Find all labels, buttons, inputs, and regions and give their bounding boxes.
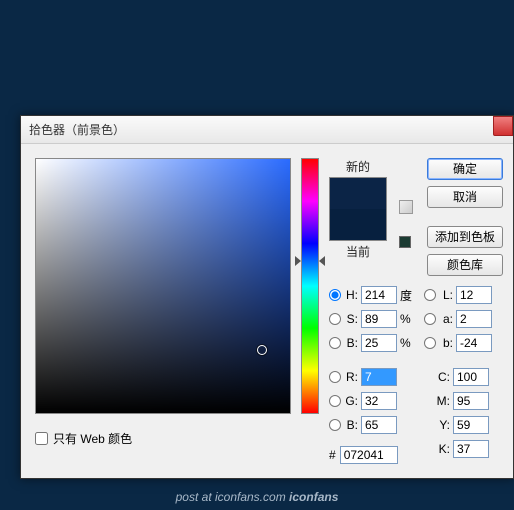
a-row: a: xyxy=(424,310,492,328)
color-picker-dialog: 拾色器（前景色） 只有 Web 颜色 新的 xyxy=(20,115,514,479)
s-radio[interactable] xyxy=(329,313,341,325)
s-label: S: xyxy=(344,312,358,326)
new-color-swatch[interactable] xyxy=(330,178,386,209)
g-row: G: xyxy=(329,392,414,410)
y-row: Y: xyxy=(424,416,492,434)
h-label: H: xyxy=(344,288,358,302)
r-radio[interactable] xyxy=(329,371,341,383)
c-row: C: xyxy=(424,368,492,386)
l-label: L: xyxy=(439,288,453,302)
hue-slider[interactable] xyxy=(301,158,319,414)
r-input[interactable] xyxy=(361,368,397,386)
s-row: S: % xyxy=(329,310,414,328)
k-label: K: xyxy=(424,442,450,456)
c-input[interactable] xyxy=(453,368,489,386)
l-row: L: xyxy=(424,286,492,304)
m-label: M: xyxy=(424,394,450,408)
bb-radio[interactable] xyxy=(329,337,341,349)
b-radio[interactable] xyxy=(329,419,341,431)
dialog-title: 拾色器（前景色） xyxy=(29,121,125,138)
m-row: M: xyxy=(424,392,492,410)
b-input[interactable] xyxy=(361,416,397,434)
b-row: B: xyxy=(329,416,414,434)
h-input[interactable] xyxy=(361,286,397,304)
lb-label: b: xyxy=(439,336,453,350)
web-only-label: 只有 Web 颜色 xyxy=(53,430,132,447)
c-label: C: xyxy=(424,370,450,384)
saturation-brightness-field[interactable] xyxy=(35,158,291,414)
color-library-button[interactable]: 颜色库 xyxy=(427,254,503,276)
h-unit: 度 xyxy=(400,287,414,304)
k-input[interactable] xyxy=(453,440,489,458)
g-input[interactable] xyxy=(361,392,397,410)
l-input[interactable] xyxy=(456,286,492,304)
lb-row: b: xyxy=(424,334,492,352)
web-only-checkbox[interactable]: 只有 Web 颜色 xyxy=(35,430,291,447)
web-safe-swatch-icon[interactable] xyxy=(399,236,411,248)
new-color-label: 新的 xyxy=(346,158,370,175)
close-icon[interactable] xyxy=(493,116,513,136)
r-label: R: xyxy=(344,370,358,384)
hex-prefix: # xyxy=(329,448,336,462)
web-only-input[interactable] xyxy=(35,432,48,445)
m-input[interactable] xyxy=(453,392,489,410)
a-input[interactable] xyxy=(456,310,492,328)
bb-input[interactable] xyxy=(361,334,397,352)
hex-input[interactable] xyxy=(340,446,398,464)
hue-arrow-left-icon xyxy=(295,256,301,266)
color-swatch[interactable] xyxy=(329,177,387,241)
add-swatch-button[interactable]: 添加到色板 xyxy=(427,226,503,248)
bb-unit: % xyxy=(400,336,414,350)
g-label: G: xyxy=(344,394,358,408)
ok-button[interactable]: 确定 xyxy=(427,158,503,180)
lb-radio[interactable] xyxy=(424,337,436,349)
h-radio[interactable] xyxy=(329,289,341,301)
g-radio[interactable] xyxy=(329,395,341,407)
s-input[interactable] xyxy=(361,310,397,328)
hue-arrow-right-icon xyxy=(319,256,325,266)
cancel-button[interactable]: 取消 xyxy=(427,186,503,208)
footer-text: post at iconfans.com iconfans xyxy=(0,490,514,504)
h-row: H: 度 xyxy=(329,286,414,304)
bb-label: B: xyxy=(344,336,358,350)
sv-cursor-icon xyxy=(257,345,267,355)
current-color-label: 当前 xyxy=(346,243,370,260)
b-label: B: xyxy=(344,418,358,432)
y-input[interactable] xyxy=(453,416,489,434)
k-row: K: xyxy=(424,440,492,458)
r-row: R: xyxy=(329,368,414,386)
a-label: a: xyxy=(439,312,453,326)
lb-input[interactable] xyxy=(456,334,492,352)
l-radio[interactable] xyxy=(424,289,436,301)
hex-row: # xyxy=(329,446,414,464)
titlebar[interactable]: 拾色器（前景色） xyxy=(21,116,513,144)
y-label: Y: xyxy=(424,418,450,432)
s-unit: % xyxy=(400,312,414,326)
bb-row: B: % xyxy=(329,334,414,352)
a-radio[interactable] xyxy=(424,313,436,325)
gamut-warning-icon[interactable] xyxy=(399,200,413,214)
current-color-swatch[interactable] xyxy=(330,209,386,240)
